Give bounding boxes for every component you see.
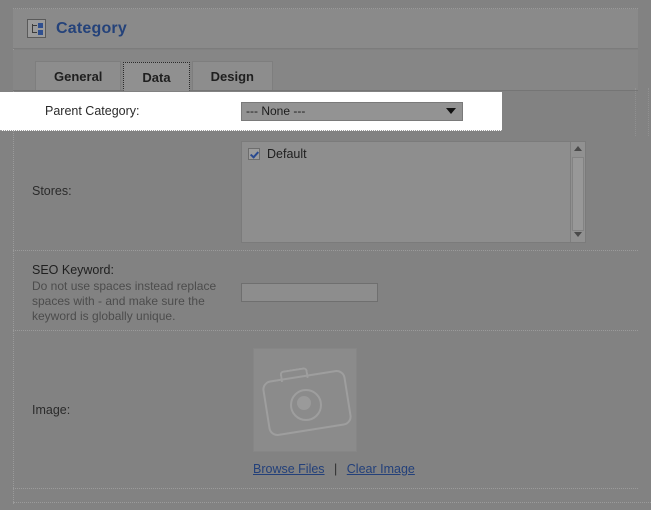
store-item-label: Default [267,146,307,161]
seo-keyword-label-group: SEO Keyword: Do not use spaces instead r… [13,263,241,324]
scroll-down-arrow-icon[interactable] [571,228,585,242]
bottom-divider [13,502,651,503]
chevron-down-icon [446,108,456,114]
row-stores: Stores: Default [13,131,638,251]
tab-data[interactable]: Data [123,62,190,91]
browse-files-link[interactable]: Browse Files [253,462,325,476]
image-label: Image: [32,402,71,417]
tab-general[interactable]: General [35,61,122,90]
seo-keyword-input[interactable] [241,283,378,302]
dimmed-page-background: Category General Data Design Parent Cate… [0,0,651,510]
panel-header: Category [13,9,638,49]
list-item[interactable]: Default [242,142,585,161]
stores-scrollbar[interactable] [570,141,585,242]
image-actions: Browse Files | Clear Image [253,462,418,476]
page-scrollbar-edge[interactable] [635,88,649,136]
camera-placeholder-icon [253,347,357,452]
clear-image-link[interactable]: Clear Image [347,462,415,476]
seo-keyword-hint: Do not use spaces instead replace spaces… [32,279,217,323]
parent-category-select[interactable]: --- None --- [241,101,463,121]
stores-listbox[interactable]: Default [241,140,586,243]
checkbox-checked-icon[interactable] [248,147,260,160]
row-seo-keyword: SEO Keyword: Do not use spaces instead r… [13,251,638,331]
link-separator: | [334,461,338,476]
tab-strip: General Data Design [13,50,638,91]
tab-design[interactable]: Design [191,61,273,90]
seo-keyword-field [241,263,638,302]
page-title: Category [56,19,127,37]
category-tree-icon [27,19,46,38]
row-parent-category: Parent Category: --- None --- [0,92,502,131]
image-field: Browse Files | Clear Image [241,344,638,476]
scrollbar-thumb[interactable] [572,156,584,231]
category-data-form: Parent Category: --- None --- Stores: De… [0,92,638,504]
parent-category-field: --- None --- [241,101,502,121]
stores-label: Stores: [32,183,72,198]
stores-field: Default [241,139,638,243]
parent-category-label: Parent Category: [45,104,140,118]
parent-category-selected-value: --- None --- [246,104,306,118]
row-image: Image: Browse Files | Clear Image [13,331,638,489]
scroll-up-arrow-icon[interactable] [571,142,585,156]
seo-keyword-label: SEO Keyword: [32,263,114,277]
